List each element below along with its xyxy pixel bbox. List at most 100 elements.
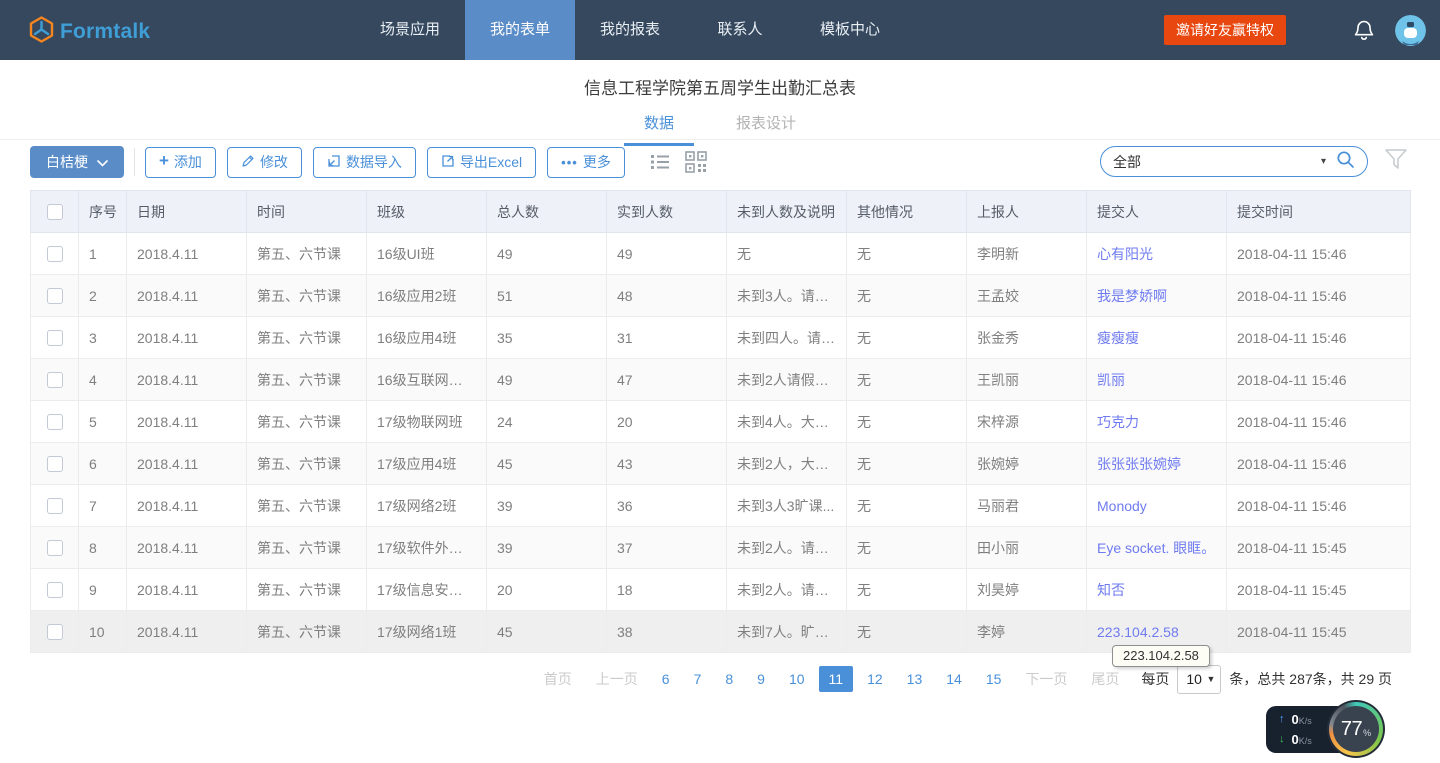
nav-item-my-reports[interactable]: 我的报表 [575, 0, 685, 60]
last-page-button[interactable]: 尾页 [1081, 664, 1129, 694]
submitter-link[interactable]: 知否 [1097, 582, 1125, 598]
table-row[interactable]: 82018.4.11第五、六节课17级软件外包班3937未到2人。请假...无田… [31, 527, 1411, 569]
cell-reporter: 马丽君 [967, 485, 1087, 527]
search-dropdown-arrow-icon[interactable]: ▾ [1321, 156, 1326, 167]
cell-submitter: Monody [1087, 485, 1227, 527]
page-number[interactable]: 7 [684, 666, 712, 692]
column-header: 班级 [367, 191, 487, 233]
page-number-current[interactable]: 11 [819, 666, 854, 692]
submitter-link[interactable]: 凯丽 [1097, 372, 1125, 388]
table-body: 12018.4.11第五、六节课16级UI班4949无无李明新心有阳光2018-… [31, 233, 1411, 653]
cell-actual: 49 [607, 233, 727, 275]
table-row[interactable]: 62018.4.11第五、六节课17级应用4班4543未到2人，大赛...无张婉… [31, 443, 1411, 485]
cell-total: 49 [487, 233, 607, 275]
nav-item-scenario-apps[interactable]: 场景应用 [355, 0, 465, 60]
badge-core: 77 % [1333, 706, 1379, 752]
tab-report-design[interactable]: 报表设计 [716, 110, 816, 146]
column-header: 时间 [247, 191, 367, 233]
cell-absent: 未到4人。大赛... [727, 401, 847, 443]
user-avatar[interactable] [1395, 15, 1426, 46]
table-row[interactable]: 52018.4.11第五、六节课17级物联网班2420未到4人。大赛...无宋梓… [31, 401, 1411, 443]
first-page-button[interactable]: 首页 [534, 664, 582, 694]
cell-total: 35 [487, 317, 607, 359]
row-checkbox[interactable] [47, 456, 63, 472]
filter-funnel-icon[interactable] [1384, 148, 1408, 175]
add-button[interactable]: + 添加 [145, 147, 216, 178]
notification-bell-icon[interactable] [1352, 18, 1376, 49]
table-row[interactable]: 22018.4.11第五、六节课16级应用2班5148未到3人。请假...无王孟… [31, 275, 1411, 317]
search-icon[interactable] [1336, 150, 1355, 174]
table-row[interactable]: 12018.4.11第五、六节课16级UI班4949无无李明新心有阳光2018-… [31, 233, 1411, 275]
next-page-button[interactable]: 下一页 [1015, 664, 1077, 694]
select-all-checkbox[interactable] [47, 204, 63, 220]
page-number[interactable]: 8 [715, 666, 743, 692]
select-all-cell [31, 191, 79, 233]
cell-time: 第五、六节课 [247, 443, 367, 485]
more-button[interactable]: ••• 更多 [547, 147, 625, 178]
page-number[interactable]: 15 [976, 666, 1012, 692]
edit-label: 修改 [260, 152, 288, 172]
form-selector-button[interactable]: 白桔梗 [30, 146, 124, 178]
row-checkbox[interactable] [47, 540, 63, 556]
table-row[interactable]: 42018.4.11第五、六节课16级互联网金融...4947未到2人请假：..… [31, 359, 1411, 401]
nav-item-contacts[interactable]: 联系人 [685, 0, 795, 60]
edit-button[interactable]: 修改 [227, 147, 302, 178]
nav-item-template-center[interactable]: 模板中心 [795, 0, 905, 60]
cell-total: 24 [487, 401, 607, 443]
row-checkbox[interactable] [47, 498, 63, 514]
invite-friends-button[interactable]: 邀请好友赢特权 [1164, 15, 1286, 45]
table-row[interactable]: 92018.4.11第五、六节课17级信息安全与...2018未到2人。请假..… [31, 569, 1411, 611]
table-row[interactable]: 32018.4.11第五、六节课16级应用4班3531未到四人。请假...无张金… [31, 317, 1411, 359]
cell-index: 7 [79, 485, 127, 527]
progress-badge[interactable]: 77 % [1327, 700, 1385, 758]
row-checkbox[interactable] [47, 246, 63, 262]
cell-time: 第五、六节课 [247, 401, 367, 443]
table-row[interactable]: 72018.4.11第五、六节课17级网络2班3936未到3人3旷课...无马丽… [31, 485, 1411, 527]
column-header: 提交时间 [1227, 191, 1411, 233]
cell-time: 第五、六节课 [247, 569, 367, 611]
row-checkbox[interactable] [47, 624, 63, 640]
row-checkbox[interactable] [47, 372, 63, 388]
list-view-icon[interactable] [650, 153, 670, 171]
cell-actual: 37 [607, 527, 727, 569]
submitter-link[interactable]: 我是梦娇啊 [1097, 288, 1167, 304]
cell-submit-time: 2018-04-11 15:45 [1227, 611, 1411, 653]
import-button[interactable]: 数据导入 [313, 147, 416, 178]
cell-reporter: 刘昊婷 [967, 569, 1087, 611]
page-number[interactable]: 14 [936, 666, 972, 692]
export-excel-button[interactable]: 导出Excel [427, 147, 536, 178]
page-number[interactable]: 12 [857, 666, 893, 692]
page-number[interactable]: 9 [747, 666, 775, 692]
submitter-link[interactable]: Monody [1097, 498, 1147, 514]
page-size-select[interactable]: 10 ▼ [1177, 665, 1221, 694]
cell-index: 1 [79, 233, 127, 275]
submitter-link[interactable]: 巧克力 [1097, 414, 1139, 430]
prev-page-button[interactable]: 上一页 [586, 664, 648, 694]
page-size-value: 10 [1186, 671, 1202, 687]
cell-date: 2018.4.11 [127, 569, 247, 611]
tab-data[interactable]: 数据 [624, 110, 694, 146]
cell-actual: 20 [607, 401, 727, 443]
add-label: 添加 [174, 152, 202, 172]
submitter-link[interactable]: 心有阳光 [1097, 246, 1153, 262]
page-number[interactable]: 10 [779, 666, 815, 692]
submitter-link[interactable]: 223.104.2.58 [1097, 624, 1179, 640]
submitter-link[interactable]: 张张张张婉婷 [1097, 456, 1181, 472]
search-box[interactable]: 全部 ▾ [1100, 146, 1368, 177]
cell-index: 4 [79, 359, 127, 401]
row-checkbox[interactable] [47, 582, 63, 598]
row-checkbox[interactable] [47, 288, 63, 304]
logo[interactable]: Formtalk [28, 16, 150, 48]
tabs-divider [0, 139, 1440, 140]
logo-text: Formtalk [60, 20, 150, 44]
qr-code-icon[interactable] [684, 150, 708, 174]
nav-item-my-forms[interactable]: 我的表单 [465, 0, 575, 60]
page-number[interactable]: 6 [652, 666, 680, 692]
page-number[interactable]: 13 [897, 666, 933, 692]
submitter-link[interactable]: 瘦瘦瘦 [1097, 330, 1139, 346]
row-checkbox[interactable] [47, 414, 63, 430]
cell-class: 17级网络1班 [367, 611, 487, 653]
cell-submitter: 我是梦娇啊 [1087, 275, 1227, 317]
submitter-link[interactable]: Eye socket. 眼眶。 [1097, 540, 1215, 556]
row-checkbox[interactable] [47, 330, 63, 346]
